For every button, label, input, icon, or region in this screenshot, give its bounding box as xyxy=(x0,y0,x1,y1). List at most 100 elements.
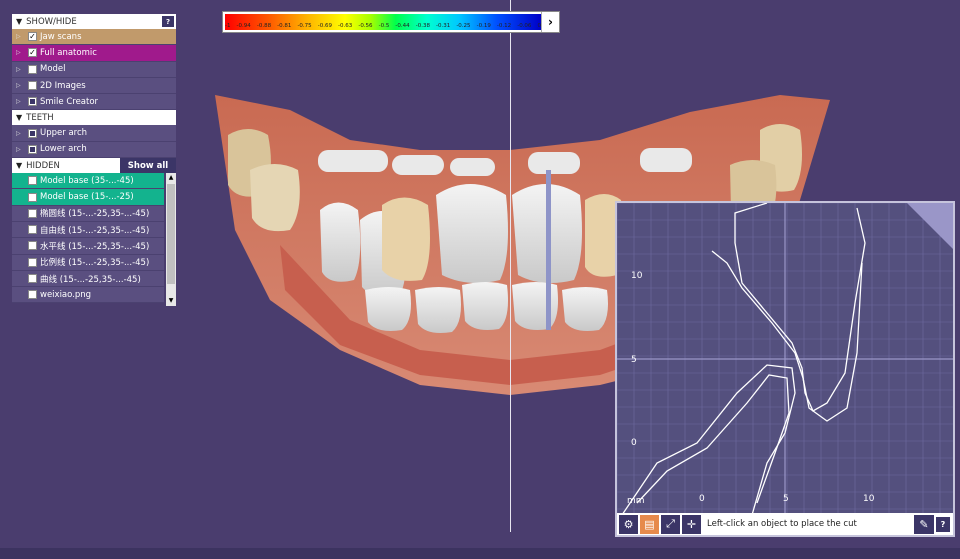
hidden-item-checkbox[interactable] xyxy=(28,241,37,251)
deviation-color-scale: -1 -0.94 -0.88 -0.81 -0.75 -0.69 -0.63 -0.56 -0.… xyxy=(222,11,560,33)
scale-tick-label: -0.75 xyxy=(297,23,312,29)
cross-section-window[interactable]: 10 5 0 mm 0 5 10 ⚙ ▤ ⤢ ✛ Left-click an o… xyxy=(615,201,955,537)
cut-plane-line[interactable] xyxy=(510,0,511,532)
2d-images-checkbox[interactable] xyxy=(28,81,37,91)
gear-icon[interactable]: ⚙ xyxy=(619,514,638,534)
expand-triangle-icon[interactable]: ▷ xyxy=(16,66,28,73)
item-full-anatomic[interactable]: ▷ ✓ Full anatomic xyxy=(12,45,176,62)
scroll-down-arrow-icon[interactable]: ▼ xyxy=(166,296,176,306)
help-button[interactable]: ? xyxy=(936,516,950,532)
hidden-item-checkbox[interactable] xyxy=(28,192,37,202)
scale-tick-label: -0.63 xyxy=(338,23,353,29)
expand-triangle-icon[interactable]: ▷ xyxy=(16,49,28,56)
brush-icon[interactable]: ✎ xyxy=(914,514,934,534)
item-label: Model base (35-...-45) xyxy=(40,175,134,186)
scale-tick-label: -0.88 xyxy=(256,23,272,29)
chevron-down-icon[interactable]: ▼ xyxy=(16,113,22,122)
showhide-title: SHOW/HIDE xyxy=(26,16,77,27)
show-all-button[interactable]: Show all xyxy=(120,158,176,174)
scale-tick-label: -0.94 xyxy=(236,23,251,29)
x-tick-5: 5 xyxy=(783,494,789,504)
item-jaw-scans[interactable]: ▷ ✓ Jaw scans xyxy=(12,29,176,46)
scale-tick-label: -0.12 xyxy=(496,23,512,29)
scale-tick-label: -0.19 xyxy=(476,23,491,29)
jaw-scans-checkbox[interactable]: ✓ xyxy=(28,32,37,42)
move-cut-icon[interactable]: ✛ xyxy=(682,514,701,534)
item-label: Model base (15-...-25) xyxy=(40,192,134,203)
instruction-text: Left-click an object to place the cut xyxy=(707,519,857,529)
hidden-item-checkbox[interactable] xyxy=(28,290,37,300)
scale-tick-label: -0.25 xyxy=(456,23,471,29)
object-panel: ▼ SHOW/HIDE ? ▷ ✓ Jaw scans ▷ ✓ Full ana… xyxy=(12,14,176,307)
chevron-down-icon[interactable]: ▼ xyxy=(16,17,22,26)
section-view-icon[interactable]: ▤ xyxy=(640,514,659,534)
cross-section-plot[interactable]: 10 5 0 mm 0 5 10 xyxy=(617,203,953,515)
hidden-item-curve-line[interactable]: 曲线 (15-...-25,35-...-45) xyxy=(12,270,164,288)
scale-tick-label: -0.06 xyxy=(517,23,532,29)
scale-tick-label: -0.81 xyxy=(277,23,292,29)
teeth-title: TEETH xyxy=(26,112,54,123)
item-label: 自由线 (15-...-25,35-...-45) xyxy=(40,225,150,236)
scale-tick-label: -0.44 xyxy=(395,23,410,29)
expand-scale-arrow-icon[interactable]: › xyxy=(541,12,559,32)
hidden-title: HIDDEN xyxy=(26,160,60,171)
hidden-item-checkbox[interactable] xyxy=(28,176,37,186)
expand-triangle-icon[interactable]: ▷ xyxy=(16,146,28,153)
hidden-item-checkbox[interactable] xyxy=(28,274,37,283)
hidden-item-ratio-line[interactable]: 比例线 (15-...-25,35-...-45) xyxy=(12,254,164,271)
hidden-item-checkbox[interactable] xyxy=(28,257,37,267)
item-smile-creator[interactable]: ▷ Smile Creator xyxy=(12,94,176,111)
help-button[interactable]: ? xyxy=(162,16,174,27)
y-tick-0: 0 xyxy=(631,438,637,448)
smile-creator-checkbox[interactable] xyxy=(28,97,37,107)
hidden-item-horizontal-line[interactable]: 水平线 (15-...-25,35-...-45) xyxy=(12,238,164,255)
hidden-item-checkbox[interactable] xyxy=(28,208,37,218)
corner-fold-icon[interactable] xyxy=(907,203,953,249)
item-label: Upper arch xyxy=(40,128,88,139)
item-label: Model xyxy=(40,64,66,75)
item-label: weixiao.png xyxy=(40,289,92,300)
color-scale-ticks: -1 -0.94 -0.88 -0.81 -0.75 -0.69 -0.63 -0.56 -0.… xyxy=(225,23,541,29)
item-label: 椭圆线 (15-...-25,35-...-45) xyxy=(40,209,150,220)
hidden-list-scrollbar[interactable]: ▲ ▼ xyxy=(166,173,176,307)
teeth-header[interactable]: ▼ TEETH xyxy=(12,110,176,126)
hidden-item-ellipse-line[interactable]: 椭圆线 (15-...-25,35-...-45) xyxy=(12,205,164,222)
hidden-item-checkbox[interactable] xyxy=(28,225,37,235)
item-label: 曲线 (15-...-25,35-...-45) xyxy=(40,274,141,285)
item-label: Jaw scans xyxy=(40,31,82,42)
scrollbar-thumb[interactable] xyxy=(167,184,175,285)
y-tick-5: 5 xyxy=(631,355,637,365)
measure-icon[interactable]: ⤢ xyxy=(661,514,680,534)
hidden-item-weixiao-png[interactable]: weixiao.png xyxy=(12,287,164,304)
item-label: Full anatomic xyxy=(40,47,97,58)
expand-triangle-icon[interactable]: ▷ xyxy=(16,98,28,105)
expand-triangle-icon[interactable]: ▷ xyxy=(16,130,28,137)
hidden-header[interactable]: ▼ HIDDEN Show all xyxy=(12,158,176,174)
x-tick-10: 10 xyxy=(863,494,875,504)
expand-triangle-icon[interactable]: ▷ xyxy=(16,33,28,40)
item-lower-arch[interactable]: ▷ Lower arch xyxy=(12,141,176,159)
expand-triangle-icon[interactable]: ▷ xyxy=(16,82,28,89)
scale-tick-label: -0.5 xyxy=(378,23,390,29)
item-model[interactable]: ▷ Model xyxy=(12,61,176,78)
item-label: 比例线 (15-...-25,35-...-45) xyxy=(40,258,150,269)
full-anatomic-checkbox[interactable]: ✓ xyxy=(28,48,37,58)
item-upper-arch[interactable]: ▷ Upper arch xyxy=(12,125,176,142)
hidden-item-model-base-35-45[interactable]: Model base (35-...-45) xyxy=(12,173,164,190)
x-tick-0: 0 xyxy=(699,494,705,504)
chevron-down-icon[interactable]: ▼ xyxy=(16,161,22,170)
hidden-items-list[interactable]: Model base (35-...-45) Model base (15-..… xyxy=(12,173,176,307)
scroll-up-arrow-icon[interactable]: ▲ xyxy=(166,173,176,183)
lower-arch-checkbox[interactable] xyxy=(28,144,37,154)
item-2d-images[interactable]: ▷ 2D Images xyxy=(12,77,176,95)
status-strip xyxy=(0,548,960,559)
item-label: 水平线 (15-...-25,35-...-45) xyxy=(40,241,150,252)
y-tick-10: 10 xyxy=(631,271,643,281)
hidden-item-model-base-15-25[interactable]: Model base (15-...-25) xyxy=(12,189,164,206)
upper-arch-checkbox[interactable] xyxy=(28,128,37,138)
item-label: Smile Creator xyxy=(40,96,99,107)
showhide-header[interactable]: ▼ SHOW/HIDE ? xyxy=(12,14,176,29)
cross-section-toolbar: ⚙ ▤ ⤢ ✛ Left-click an object to place th… xyxy=(617,513,953,535)
model-checkbox[interactable] xyxy=(28,64,37,74)
hidden-item-free-line[interactable]: 自由线 (15-...-25,35-...-45) xyxy=(12,221,164,239)
